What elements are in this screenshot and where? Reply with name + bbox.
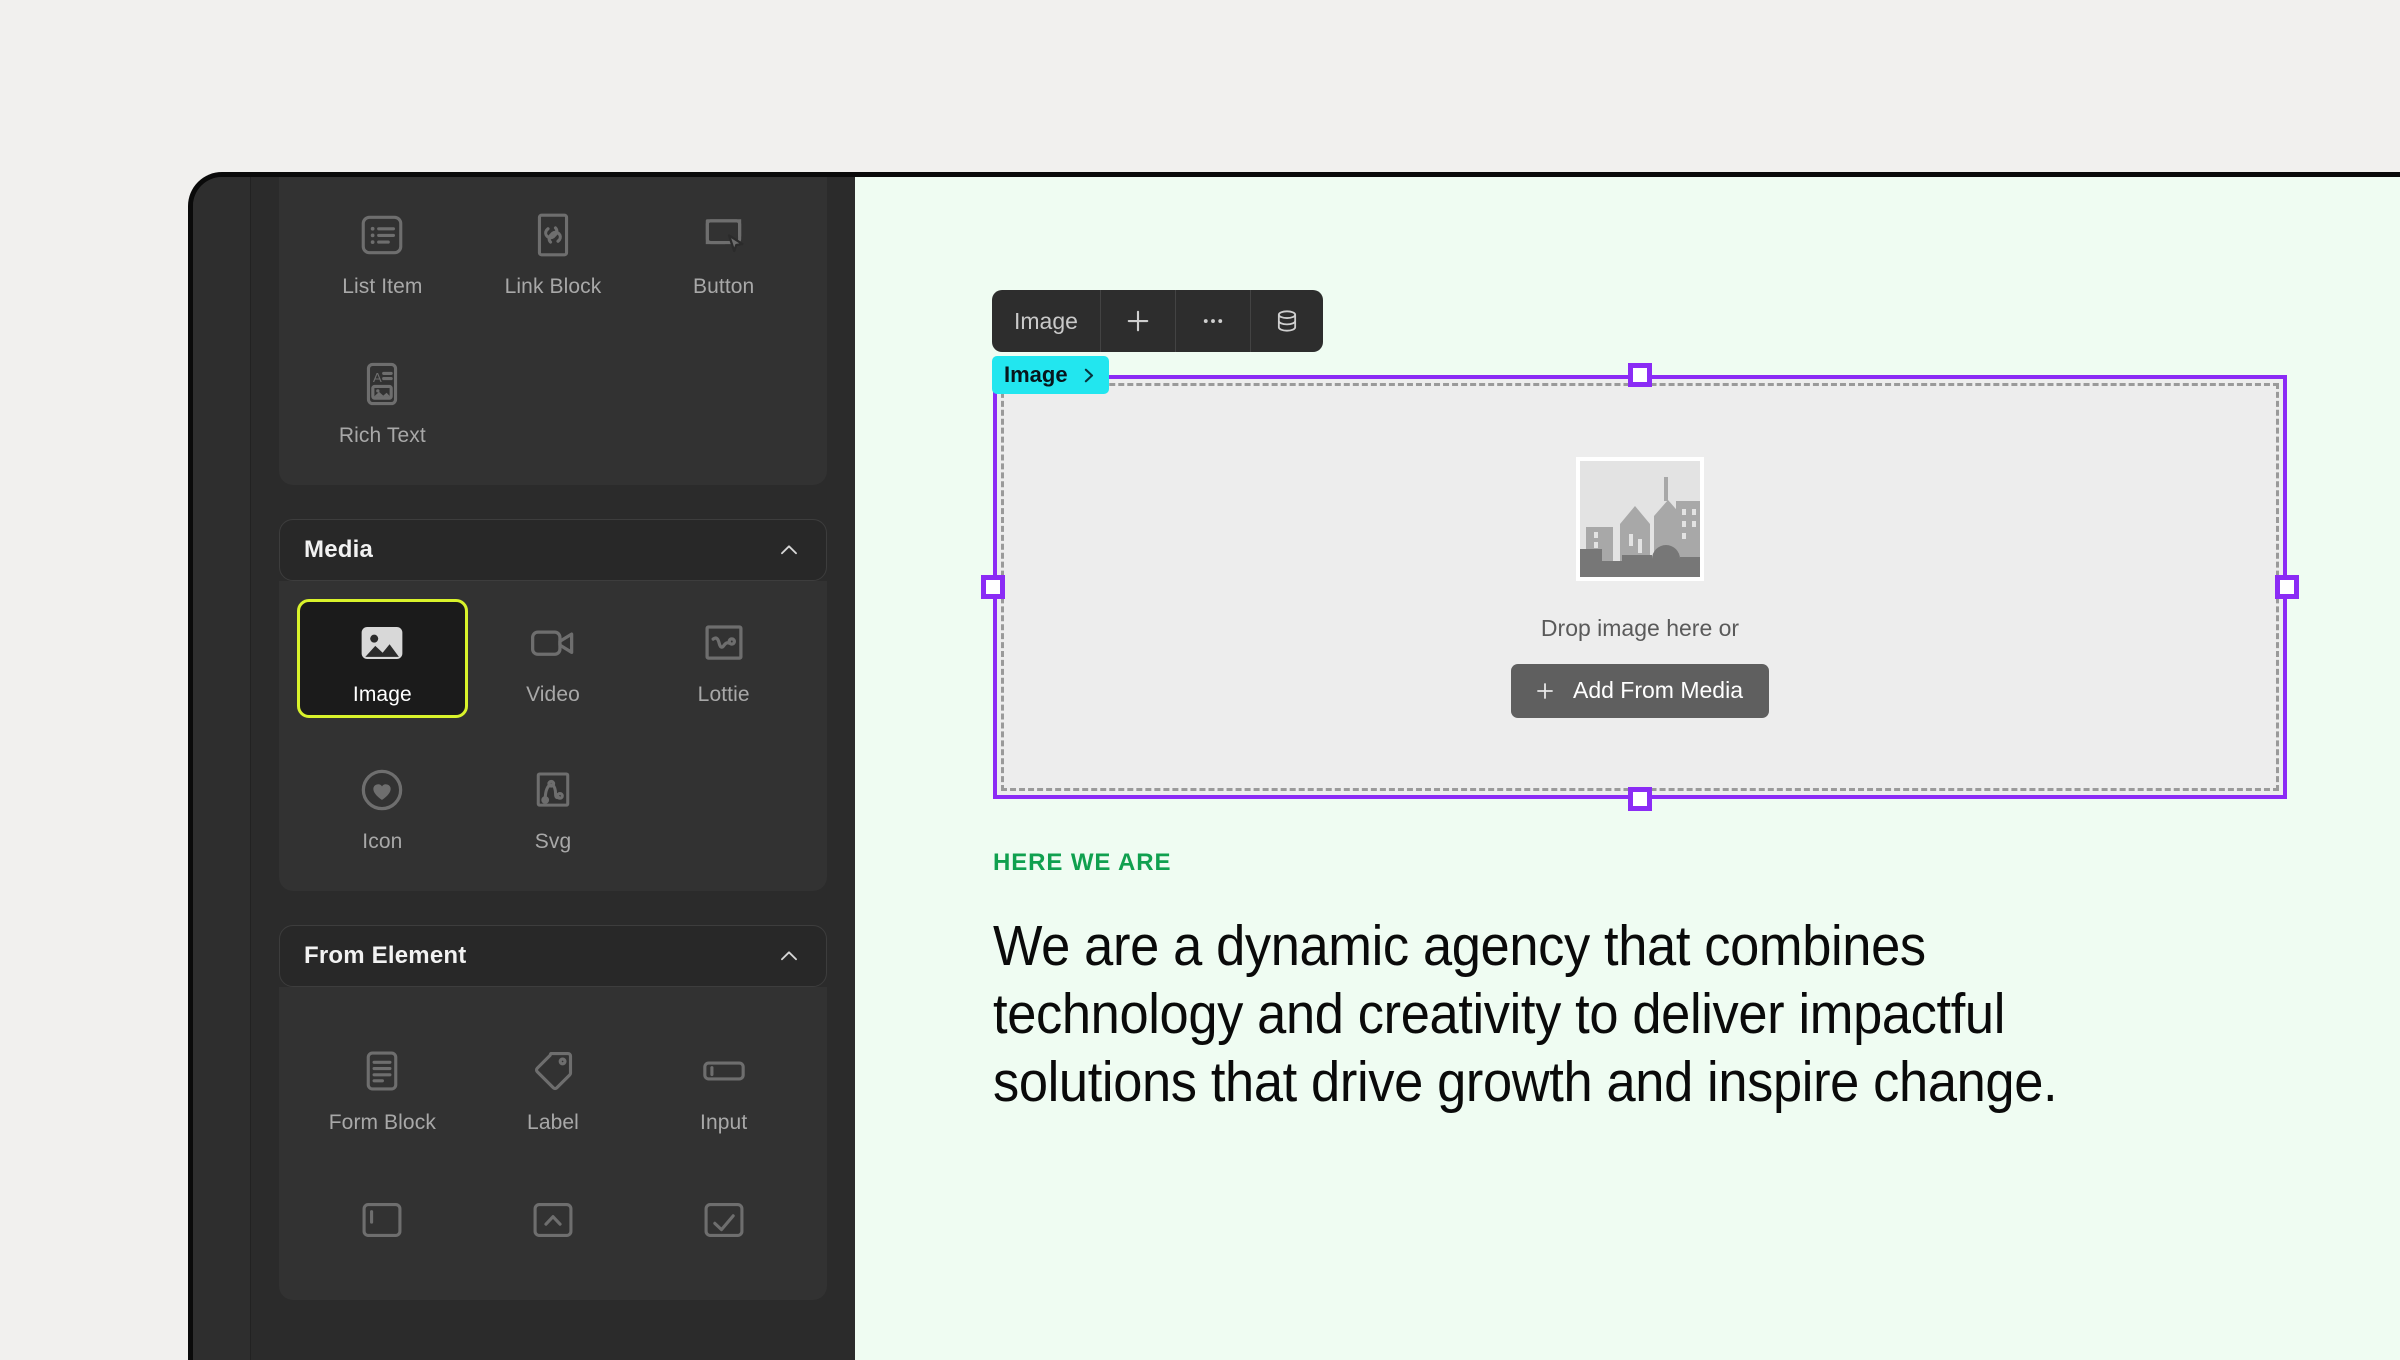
tile-svg[interactable]: Svg [468, 746, 639, 865]
app-window: List Item Link Block Button A Rich Text … [188, 172, 2400, 1360]
checkbox-icon [697, 1193, 751, 1247]
lottie-icon [697, 616, 751, 670]
tile-video[interactable]: Video [468, 599, 639, 718]
screenshot-root: List Item Link Block Button A Rich Text … [0, 0, 2400, 1360]
tile-grid-from-element-row2 [297, 1176, 809, 1274]
group-body-media: Image Video Lottie Icon Svg [279, 581, 827, 891]
group-body-from-element: Form Block Label Input [279, 987, 827, 1300]
add-from-media-button[interactable]: Add From Media [1510, 663, 1769, 718]
chevron-right-icon[interactable] [1078, 365, 1099, 386]
tile-label: Icon [362, 830, 403, 853]
tile-icon[interactable]: Icon [297, 746, 468, 865]
element-badge-label: Image [1004, 362, 1068, 387]
button-icon [697, 208, 751, 262]
tile-label: List Item [342, 275, 423, 298]
page-text-block: HERE WE ARE We are a dynamic agency that… [993, 849, 2293, 1116]
tile-select[interactable] [468, 1176, 639, 1274]
drop-image-text: Drop image here or [1540, 614, 1740, 641]
select-icon [526, 1193, 580, 1247]
chevron-up-icon[interactable] [776, 537, 802, 563]
add-elements-panel: List Item Link Block Button A Rich Text … [251, 177, 855, 1360]
tile-label: Svg [534, 830, 572, 853]
image-placeholder-content: Drop image here or Add From Media [997, 379, 2283, 795]
tile-label-element[interactable]: Label [468, 1027, 639, 1146]
tile-label: Video [526, 683, 580, 706]
tile-label: Image [352, 683, 412, 706]
design-canvas[interactable]: Image Image Drop image here or Add From … [855, 177, 2400, 1360]
tile-lottie[interactable]: Lottie [638, 599, 809, 718]
element-toolbar: Image [992, 290, 1323, 352]
chevron-up-icon[interactable] [776, 943, 802, 969]
tile-rich-text[interactable]: A Rich Text [297, 340, 468, 459]
tile-link-block[interactable]: Link Block [468, 191, 639, 310]
element-badge[interactable]: Image [992, 356, 1109, 394]
rich-text-icon: A [355, 357, 409, 411]
tile-button[interactable]: Button [638, 191, 809, 310]
toolbar-element-label[interactable]: Image [992, 290, 1101, 352]
image-element[interactable]: Drop image here or Add From Media [993, 375, 2287, 799]
link-block-icon [526, 208, 580, 262]
input-field-icon [697, 1044, 751, 1098]
tile-label: Link Block [504, 275, 602, 298]
tile-grid-basic: List Item Link Block Button A Rich Text [297, 191, 809, 459]
label-tag-icon [526, 1044, 580, 1098]
tile-label: Label [527, 1111, 579, 1134]
resize-handle-bottom[interactable] [1628, 787, 1652, 811]
tile-label: Rich Text [338, 424, 426, 447]
tile-image[interactable]: Image [297, 599, 468, 718]
elements-group-basic: List Item Link Block Button A Rich Text [279, 177, 827, 485]
resize-handle-left[interactable] [981, 575, 1005, 599]
tile-checkbox[interactable] [638, 1176, 809, 1274]
eyebrow-text[interactable]: HERE WE ARE [993, 849, 2293, 877]
tile-form-block[interactable]: Form Block [297, 1027, 468, 1146]
group-header-from-element[interactable]: From Element [279, 925, 827, 987]
tile-list-item[interactable]: List Item [297, 191, 468, 310]
video-icon [526, 616, 580, 670]
textarea-icon [355, 1193, 409, 1247]
tile-label: Form Block [328, 1111, 436, 1134]
plus-icon [1533, 679, 1557, 703]
group-title: From Element [304, 942, 467, 969]
group-title: Media [304, 536, 374, 563]
form-block-icon [355, 1044, 409, 1098]
tile-label: Button [693, 275, 755, 298]
headline-text[interactable]: We are a dynamic agency that combines te… [993, 913, 2189, 1116]
tile-label: Input [700, 1111, 748, 1134]
tile-grid-from-element: Form Block Label Input [297, 1027, 809, 1146]
tile-input[interactable]: Input [638, 1027, 809, 1146]
tile-grid-media: Image Video Lottie Icon Svg [297, 599, 809, 865]
list-item-icon [355, 208, 409, 262]
svg-text:A: A [373, 370, 382, 385]
group-header-media[interactable]: Media [279, 519, 827, 581]
ellipsis-icon[interactable] [1176, 290, 1251, 352]
resize-handle-right[interactable] [2275, 575, 2299, 599]
left-icon-rail[interactable] [193, 177, 251, 1360]
image-placeholder-cityscape-icon [1576, 456, 1704, 581]
add-from-media-label: Add From Media [1572, 677, 1743, 703]
svg-icon [526, 763, 580, 817]
heart-icon [355, 763, 409, 817]
tile-textarea[interactable] [297, 1176, 468, 1274]
image-icon [355, 616, 409, 670]
database-icon[interactable] [1251, 290, 1323, 352]
plus-icon[interactable] [1101, 290, 1176, 352]
tile-label: Lottie [697, 683, 750, 706]
resize-handle-top[interactable] [1628, 363, 1652, 387]
